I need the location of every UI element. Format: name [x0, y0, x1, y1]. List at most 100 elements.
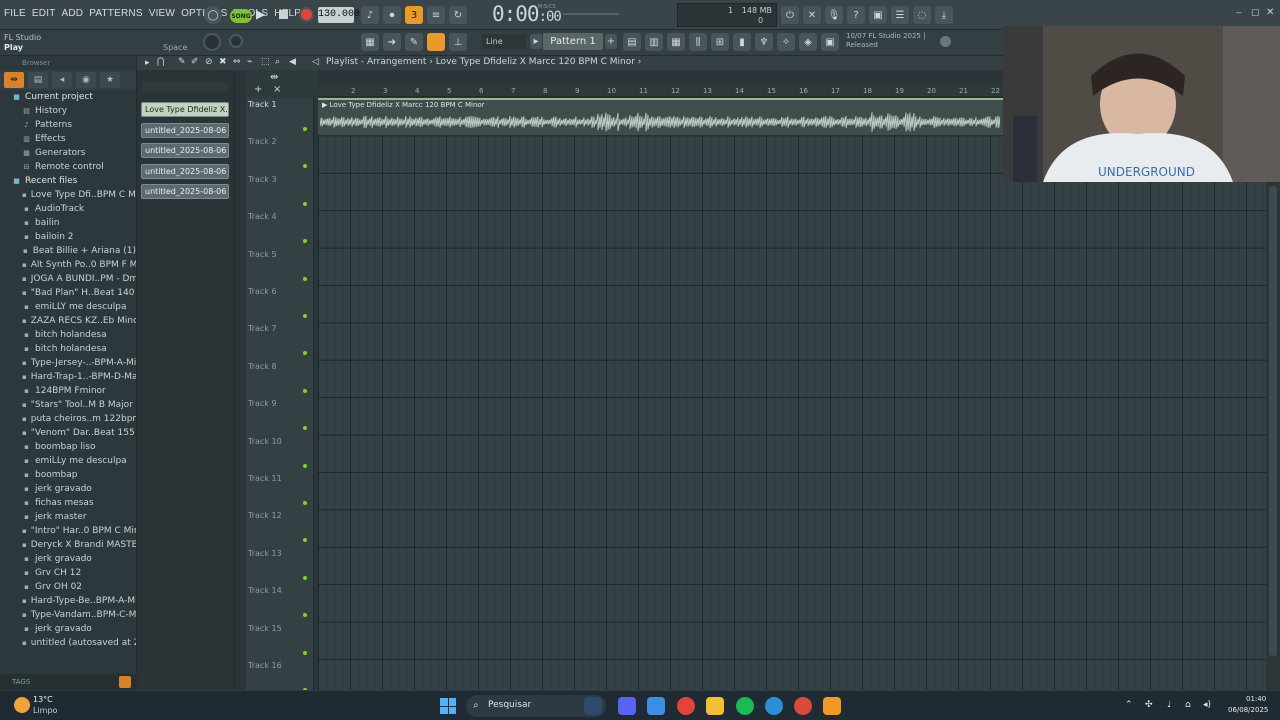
taskbar-app-icon[interactable] [584, 697, 602, 715]
track-enable-led[interactable] [303, 164, 307, 169]
picker-clip[interactable]: untitled_2025-08-06 01-... [141, 184, 229, 199]
playlist-menu-arrow-icon[interactable]: ▸ [145, 58, 150, 68]
browser-recent-file[interactable]: ▪JOGA A BUNDI..PM - Dminor [0, 272, 136, 286]
track-enable-led[interactable] [303, 201, 307, 206]
track-label[interactable]: Track 7 [248, 324, 277, 333]
browser-window-icon[interactable]: ⊞ [711, 33, 729, 51]
browser-recent-file[interactable]: ▪"Stars" Tool..M B Major (1) [0, 398, 136, 412]
picker-clip[interactable]: untitled_2025-08-06 01-... [141, 122, 229, 138]
browser-recent-file[interactable]: ▪ boombap liso [0, 440, 136, 454]
zoom-tool-icon[interactable]: ⌕ [275, 57, 280, 67]
snap-mode-select[interactable]: Line [482, 34, 526, 49]
tray-expand-icon[interactable]: ⌃ [1125, 700, 1133, 710]
delete-tool-icon[interactable]: ⊘ [205, 57, 213, 67]
mixer-window-icon[interactable]: ⫼ [689, 33, 707, 51]
browser-project-item[interactable]: ♪ Patterns [0, 118, 136, 132]
browser-recent-file[interactable]: ▪untitled (autosaved at 2h36) [0, 636, 136, 650]
menu-view[interactable]: VIEW [149, 8, 175, 19]
browser-recent-file[interactable]: ▪"Bad Plan" H..Beat 140 BPM [0, 286, 136, 300]
microphone-icon[interactable]: 🎙 [825, 6, 843, 24]
browser-recent-file[interactable]: ▪ bailoin 2 [0, 230, 136, 244]
browser-project-item[interactable]: ▤ History [0, 104, 136, 118]
edge-icon[interactable] [765, 697, 783, 715]
piano-roll-icon[interactable]: ▦ [361, 33, 379, 51]
track-label[interactable]: Track 6 [248, 287, 277, 296]
browser-recent-file[interactable]: ▪Hard-Type-Be..BPM-A-Minor [0, 594, 136, 608]
track-enable-led[interactable] [303, 351, 307, 356]
project-info-icon[interactable]: ▣ [821, 33, 839, 51]
track-label[interactable]: Track 10 [248, 437, 282, 446]
browser-recent-file[interactable]: ▪ Grv OH 02 [0, 580, 136, 594]
slip-tool-icon[interactable]: ⇔ [233, 57, 241, 67]
master-volume-knob[interactable] [203, 33, 221, 51]
browser-recent-file[interactable]: ▪ emiLLy me desculpa [0, 454, 136, 468]
snap-link-icon[interactable] [427, 33, 445, 51]
record-button[interactable] [299, 7, 314, 22]
mixer-icon[interactable]: ☰ [891, 6, 909, 24]
browser-recent-file[interactable]: ▪ boombap [0, 468, 136, 482]
tempo-icon[interactable]: ◈ [799, 33, 817, 51]
track-enable-led[interactable] [303, 314, 307, 318]
slice-tool-icon[interactable]: ⌁ [247, 57, 252, 67]
master-volume-slider[interactable] [563, 13, 619, 15]
clock-time[interactable]: 01:40 [1246, 695, 1266, 703]
window-close-icon[interactable]: ✕ [1266, 7, 1274, 18]
track-label[interactable]: Track 3 [248, 175, 277, 184]
stamp-icon[interactable]: ⊥ [449, 33, 467, 51]
track-enable-led[interactable] [303, 538, 307, 543]
browser-recent-file[interactable]: ▪ bitch holandesa [0, 342, 136, 356]
tempo-display[interactable]: 130.000 [318, 7, 360, 23]
browser-tab-favorites-icon[interactable]: ★ [100, 72, 120, 88]
plugin-picker-icon[interactable]: ♆ [755, 33, 773, 51]
network-icon[interactable]: ⌂ [1185, 700, 1191, 710]
help-icon[interactable]: ? [847, 6, 865, 24]
browser-recent-file[interactable]: ▪ bitch holandesa [0, 328, 136, 342]
track-label[interactable]: Track 14 [248, 586, 282, 595]
track-enable-led[interactable] [303, 276, 307, 281]
start-button[interactable] [440, 698, 456, 714]
scrollbar-thumb[interactable] [1269, 186, 1277, 656]
browser-current-project[interactable]: ■ Current project [0, 90, 136, 104]
arrow-icon[interactable]: ➜ [383, 33, 401, 51]
brush-icon[interactable]: ✎ [405, 33, 423, 51]
browser-tags-bar[interactable]: TAGS [0, 674, 137, 690]
chrome-alt-icon[interactable] [794, 697, 812, 715]
pattern-prev-icon[interactable]: ▸ [530, 34, 542, 49]
news-panel[interactable]: 10/07 FL Studio 2025 | Released [846, 32, 925, 50]
track-label[interactable]: Track 15 [248, 624, 282, 633]
browser-recent-file[interactable]: ▪puta cheiros..m 122bpm (1) [0, 412, 136, 426]
touch-controller-icon[interactable]: ✧ [777, 33, 795, 51]
fl-studio-taskbar-icon[interactable] [823, 697, 841, 715]
browser-project-item[interactable]: ▥ Effects [0, 132, 136, 146]
countdown-icon[interactable]: 3 [405, 6, 423, 24]
volume-icon[interactable]: ◂) [1203, 700, 1211, 710]
browser-search-icon[interactable] [119, 676, 131, 688]
track-enable-led[interactable] [303, 575, 307, 580]
track-enable-led[interactable] [303, 426, 307, 431]
loop-record-icon[interactable]: ↻ [449, 6, 467, 24]
track-label[interactable]: Track 9 [248, 399, 277, 408]
playlist-window-icon[interactable]: ▤ [623, 33, 641, 51]
play-button[interactable]: ▶ [256, 7, 270, 23]
online-status-icon[interactable] [940, 36, 951, 47]
track-enable-led[interactable] [303, 127, 307, 131]
track-label[interactable]: Track 2 [248, 137, 277, 146]
download-icon[interactable]: ⤓ [935, 6, 953, 24]
browser-recent-file[interactable]: ▪Alt Synth Po..0 BPM F Minor [0, 258, 136, 272]
menu-patterns[interactable]: PATTERNS [89, 8, 142, 19]
browser-recent-file[interactable]: ▪Love Type Dfi..BPM C Minor [0, 188, 136, 202]
add-track-icon[interactable]: + [254, 84, 262, 95]
wait-input-icon[interactable]: ⏺ [383, 6, 401, 24]
mute-tool-icon[interactable]: ✖ [219, 57, 227, 67]
discord-icon[interactable] [618, 697, 636, 715]
browser-recent-files[interactable]: ■ Recent files [0, 174, 136, 188]
menu-edit[interactable]: EDIT [32, 8, 56, 19]
tempo-tap-icon[interactable]: ⏻ [781, 6, 799, 24]
step-edit-icon[interactable]: ≡ [427, 6, 445, 24]
snap-magnet-icon[interactable]: ⋂ [157, 57, 164, 67]
tray-app-icon[interactable]: ✣ [1145, 700, 1153, 710]
picker-clip[interactable]: untitled_2025-08-06 01-... [141, 143, 229, 158]
browser-recent-file[interactable]: ▪ emiLLY me desculpa [0, 300, 136, 314]
browser-recent-file[interactable]: ▪Deryck X Brandi MASTER (1) [0, 538, 136, 552]
menu-add[interactable]: ADD [62, 8, 84, 19]
